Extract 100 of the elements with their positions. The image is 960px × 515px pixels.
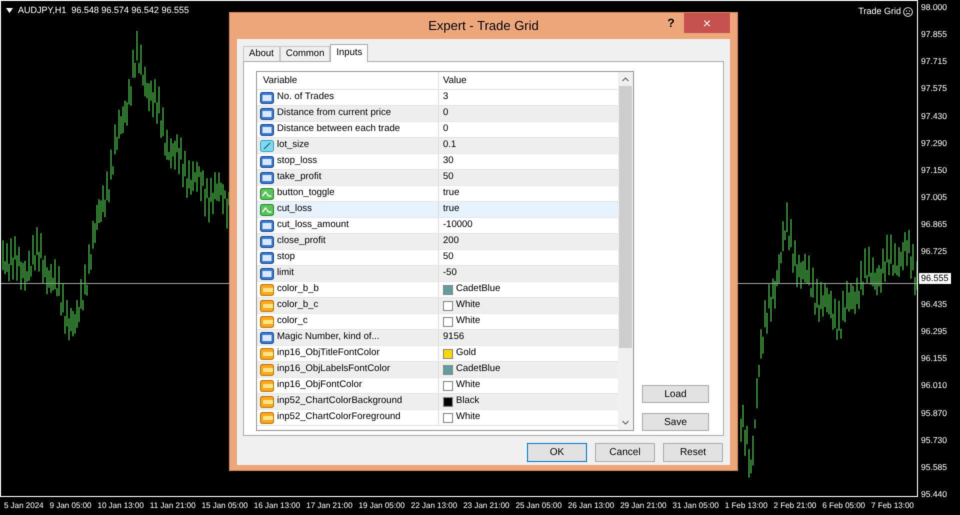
color-type-icon xyxy=(260,300,274,312)
variable-name: inp52_ChartColorBackground xyxy=(277,394,402,408)
color-type-icon xyxy=(260,396,274,408)
variable-name: inp16_ObjLabelsFontColor xyxy=(277,362,390,376)
variable-value: White xyxy=(456,314,480,328)
time-axis-label: 1 Feb 13:00 xyxy=(724,500,768,512)
column-header[interactable]: Value xyxy=(439,72,618,89)
time-axis-label: 23 Jan 21:00 xyxy=(463,500,510,512)
price-axis-label: 96.010 xyxy=(921,379,948,392)
table-row[interactable]: stop 50 xyxy=(257,250,618,266)
variable-value: -50 xyxy=(443,266,457,280)
variable-name: cut_loss_amount xyxy=(277,218,349,232)
table-row[interactable]: inp16_ObjLabelsFontColor CadetBlue xyxy=(257,362,618,378)
table-row[interactable]: inp16_ObjFontColor White xyxy=(257,378,618,394)
variable-value: 50 xyxy=(443,170,454,184)
variable-value: CadetBlue xyxy=(456,282,500,296)
variable-name: Distance between each trade xyxy=(277,122,400,136)
table-row[interactable]: color_b_c White xyxy=(257,298,618,314)
variable-name: inp52_ChartColorForeground xyxy=(277,410,401,424)
side-button[interactable]: Load xyxy=(642,385,709,403)
current-price-label: 96.555 xyxy=(919,272,951,284)
integer-type-icon xyxy=(260,268,274,280)
variable-name: No. of Trades xyxy=(277,90,334,104)
time-axis-label: 22 Jan 13:00 xyxy=(410,500,458,512)
variable-value: -10000 xyxy=(443,218,473,232)
table-row[interactable]: No. of Trades 3 xyxy=(257,90,618,106)
dialog-button[interactable]: OK xyxy=(527,443,587,462)
integer-type-icon xyxy=(260,92,274,104)
table-row[interactable]: Distance from current price 0 xyxy=(257,106,618,122)
window-title: Expert - Trade Grid xyxy=(428,17,539,36)
variable-value: 0.1 xyxy=(443,138,456,152)
variable-name: take_profit xyxy=(277,170,322,184)
variable-name: Distance from current price xyxy=(277,106,392,120)
variable-name: close_profit xyxy=(277,234,326,248)
color-type-icon xyxy=(260,380,274,392)
side-button[interactable]: Save xyxy=(642,413,709,431)
help-button[interactable]: ? xyxy=(658,13,684,33)
variable-value: 200 xyxy=(443,234,459,248)
price-axis-label: 97.855 xyxy=(921,28,948,41)
variable-value: 0 xyxy=(443,122,448,136)
dialog-button[interactable]: Cancel xyxy=(595,443,655,462)
variable-value: 3 xyxy=(443,90,448,104)
price-axis-label: 96.295 xyxy=(921,325,948,338)
sad-face-icon xyxy=(903,6,913,17)
price-axis-label: 97.715 xyxy=(921,55,948,68)
price-axis-label: 97.005 xyxy=(921,191,948,204)
variable-name: stop_loss xyxy=(277,154,318,168)
integer-type-icon xyxy=(260,108,274,120)
toggle-type-icon xyxy=(260,188,274,200)
time-axis-label: 6 Feb 05:00 xyxy=(822,500,866,512)
tab[interactable]: Inputs xyxy=(330,44,368,62)
color-type-icon xyxy=(260,348,274,360)
table-row[interactable]: lot_size 0.1 xyxy=(257,138,618,154)
table-row[interactable]: inp16_ObjTitleFontColor Gold xyxy=(257,346,618,362)
color-type-icon xyxy=(260,284,274,296)
variable-name: color_b_c xyxy=(277,298,318,312)
table-row[interactable]: cut_loss_amount -10000 xyxy=(257,218,618,234)
time-axis-label: 25 Jan 05:00 xyxy=(516,500,562,512)
variable-value: CadetBlue xyxy=(456,362,500,376)
time-axis-label: 17 Jan 21:00 xyxy=(306,500,353,512)
tab[interactable]: Common xyxy=(280,46,330,61)
table-row[interactable]: Magic Number, kind of... 9156 xyxy=(257,330,618,346)
price-axis-label: 95.730 xyxy=(921,434,948,446)
dropdown-triangle-icon[interactable] xyxy=(6,8,13,14)
time-axis-label: 29 Jan 21:00 xyxy=(620,500,666,512)
integer-type-icon xyxy=(260,252,274,264)
color-type-icon xyxy=(260,364,274,376)
table-row[interactable]: take_profit 50 xyxy=(257,170,618,186)
price-axis-label: 97.575 xyxy=(921,82,948,96)
variable-name: inp16_ObjFontColor xyxy=(277,378,362,392)
color-type-icon xyxy=(260,316,274,328)
table-row[interactable]: inp52_ChartColorForeground White xyxy=(257,410,618,426)
column-header[interactable]: Variable xyxy=(257,72,439,89)
table-row[interactable]: stop_loss 30 xyxy=(257,154,618,170)
integer-type-icon xyxy=(260,172,274,184)
variable-name: limit xyxy=(277,266,294,280)
price-axis-label: 95.440 xyxy=(921,488,948,501)
time-axis-label: 10 Jan 13:00 xyxy=(98,500,144,512)
table-row[interactable]: Distance between each trade 0 xyxy=(257,122,618,138)
variable-value: 30 xyxy=(443,154,454,168)
integer-type-icon xyxy=(260,124,274,136)
time-axis-label: 2 Feb 21:00 xyxy=(774,500,816,512)
close-button[interactable]: × xyxy=(684,13,730,33)
table-row[interactable]: limit -50 xyxy=(257,266,618,282)
price-axis-label: 96.865 xyxy=(921,218,948,231)
table-row[interactable]: button_toggle true xyxy=(257,186,618,202)
dialog-button[interactable]: Reset xyxy=(663,443,723,462)
table-row[interactable]: cut_loss true xyxy=(257,202,618,218)
table-row[interactable]: close_profit 200 xyxy=(257,234,618,250)
toggle-type-icon xyxy=(260,204,274,216)
scrollbar[interactable] xyxy=(618,72,633,430)
tab[interactable]: About xyxy=(243,46,280,61)
variable-value: White xyxy=(456,378,480,392)
price-axis-label: 95.585 xyxy=(921,460,948,474)
variable-value: White xyxy=(456,298,480,312)
integer-type-icon xyxy=(260,156,274,168)
table-row[interactable]: color_c White xyxy=(257,314,618,330)
expert-label: Trade Grid xyxy=(858,5,901,18)
table-row[interactable]: color_b_b CadetBlue xyxy=(257,282,618,298)
table-row[interactable]: inp52_ChartColorBackground Black xyxy=(257,394,618,410)
